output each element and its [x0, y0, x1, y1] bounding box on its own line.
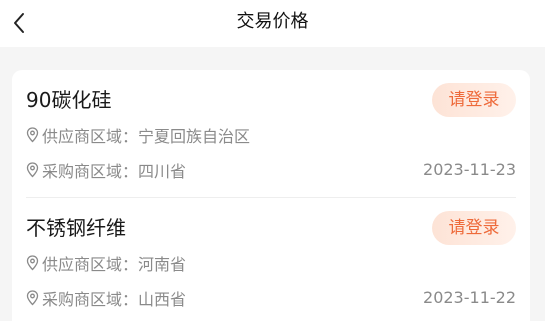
login-button[interactable]: 请登录 — [432, 211, 516, 245]
buyer-region-label: 采购商区域： — [42, 290, 139, 309]
product-name: 不锈钢纤维 — [26, 216, 126, 240]
supplier-region-label: 供应商区域： — [42, 127, 139, 146]
location-pin-icon — [26, 127, 39, 143]
buyer-region-row: 采购商区域： 四川省 — [26, 159, 186, 181]
location-pin-icon — [26, 290, 39, 306]
supplier-region-row: 供应商区域： 河南省 — [26, 252, 186, 274]
login-button[interactable]: 请登录 — [432, 83, 516, 117]
trade-date: 2023-11-22 — [423, 288, 516, 307]
buyer-region-row: 采购商区域： 山西省 — [26, 287, 186, 309]
product-name: 90碳化硅 — [26, 88, 112, 112]
supplier-region-label: 供应商区域： — [42, 255, 139, 274]
buyer-region-value: 山西省 — [138, 290, 187, 309]
location-pin-icon — [26, 255, 39, 271]
supplier-region-value: 宁夏回族自治区 — [138, 127, 251, 146]
price-list-card: 90碳化硅 请登录 供应商区域： 宁夏回族自治区 采购商区域： 四川省 2023… — [12, 70, 530, 321]
buyer-region-value: 四川省 — [138, 162, 187, 181]
list-item[interactable]: 90碳化硅 请登录 供应商区域： 宁夏回族自治区 采购商区域： 四川省 2023… — [12, 70, 530, 196]
top-navigation-bar: 交易价格 — [0, 0, 545, 47]
location-pin-icon — [26, 162, 39, 178]
trade-date: 2023-11-23 — [423, 160, 516, 179]
list-item[interactable]: 不锈钢纤维 请登录 供应商区域： 河南省 采购商区域： 山西省 2023-11-… — [12, 198, 530, 321]
supplier-region-row: 供应商区域： 宁夏回族自治区 — [26, 124, 250, 146]
supplier-region-value: 河南省 — [138, 255, 187, 274]
page-title: 交易价格 — [236, 11, 309, 32]
buyer-region-label: 采购商区域： — [42, 162, 139, 181]
